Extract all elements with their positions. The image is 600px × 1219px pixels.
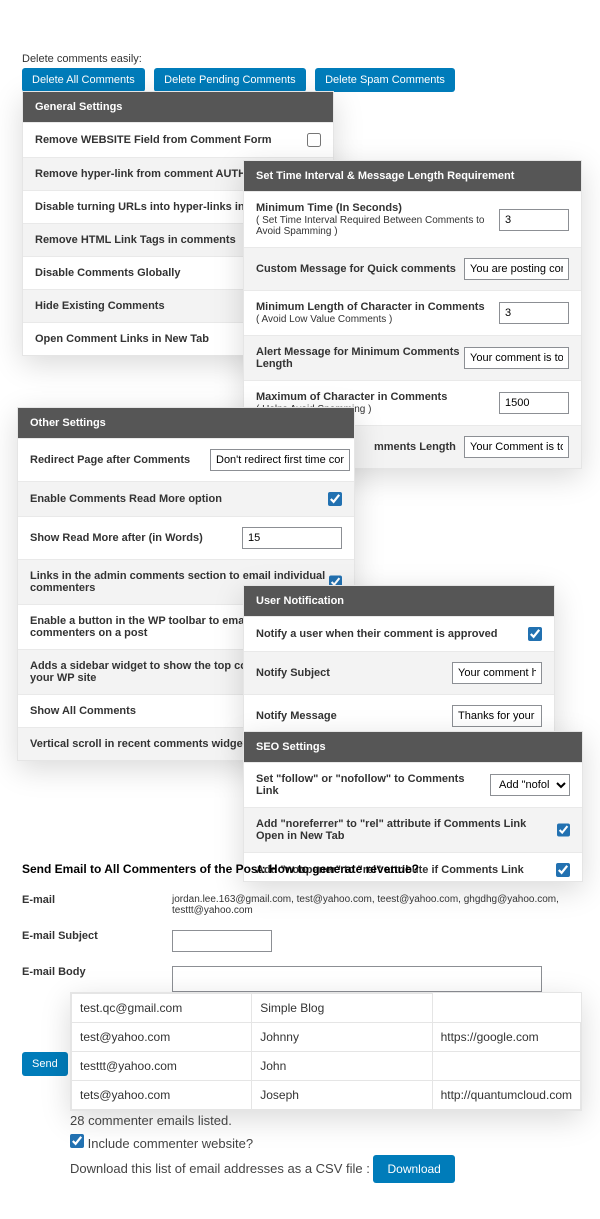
setting-row: Alert Message for Minimum Comments Lengt… [244,335,581,380]
email-cell[interactable]: test.qc@gmail.com [72,994,252,1023]
notification-panel: User Notification Notify a user when the… [243,585,555,738]
delete-all-button[interactable]: Delete All Comments [22,68,145,92]
subject-label: E-mail Subject [22,930,172,952]
time-interval-header: Set Time Interval & Message Length Requi… [244,161,581,191]
commenter-table-container: test.qc@gmail.comSimple Blog test@yahoo.… [70,992,582,1111]
notify-approved-checkbox[interactable] [528,627,542,641]
redirect-input[interactable] [210,449,350,471]
table-row: test.qc@gmail.comSimple Blog [72,994,581,1023]
setting-row: Minimum Length of Character in Comments(… [244,290,581,335]
long-msg-input[interactable] [464,436,569,458]
noreferrer-checkbox[interactable] [557,823,570,837]
setting-row: Remove WEBSITE Field from Comment Form [23,122,333,157]
seo-header: SEO Settings [244,732,582,762]
delete-pending-button[interactable]: Delete Pending Comments [154,68,305,92]
email-list-value: jordan.lee.163@gmail.com, test@yahoo.com… [172,894,582,916]
min-time-input[interactable] [499,209,569,231]
seo-panel: SEO Settings Set "follow" or "nofollow" … [243,731,583,882]
commenter-table: test.qc@gmail.comSimple Blog test@yahoo.… [71,993,581,1110]
body-label: E-mail Body [22,966,172,992]
email-cell[interactable]: testtt@yahoo.com [72,1052,252,1081]
delete-intro: Delete comments easily: [22,53,142,65]
setting-row: Custom Message for Quick comments [244,247,581,290]
footer-section: 28 commenter emails listed. Include comm… [70,1113,455,1183]
setting-label: Minimum Length of Character in Comments(… [256,301,499,325]
min-length-input[interactable] [499,302,569,324]
setting-label: Alert Message for Minimum Comments Lengt… [256,346,464,370]
setting-row: Notify Subject [244,651,554,694]
setting-row: Notify a user when their comment is appr… [244,616,554,651]
setting-label: Notify a user when their comment is appr… [256,628,528,640]
setting-label: Notify Message [256,710,452,722]
setting-label: Redirect Page after Comments [30,454,210,466]
setting-row: Set "follow" or "nofollow" to Comments L… [244,762,582,807]
setting-label: Show Read More after (in Words) [30,532,242,544]
setting-row: Redirect Page after Comments [18,438,354,481]
setting-row: Minimum Time (In Seconds)( Set Time Inte… [244,191,581,247]
general-settings-header: General Settings [23,92,333,122]
url-cell[interactable]: http://quantumcloud.com [432,1081,580,1110]
body-row: E-mail Body [22,966,582,992]
setting-row: Show Read More after (in Words) [18,516,354,559]
setting-label: Enable Comments Read More option [30,493,328,505]
url-cell [432,1052,580,1081]
name-cell: Simple Blog [252,994,432,1023]
email-label: E-mail [22,894,172,916]
email-cell[interactable]: tets@yahoo.com [72,1081,252,1110]
setting-row: Add "noreferrer" to "rel" attribute if C… [244,807,582,852]
readmore-checkbox[interactable] [328,492,342,506]
notification-header: User Notification [244,586,554,616]
send-button[interactable]: Send [22,1052,68,1076]
email-cell[interactable]: test@yahoo.com [72,1023,252,1052]
table-row: tets@yahoo.comJosephhttp://quantumcloud.… [72,1081,581,1110]
setting-label: Remove WEBSITE Field from Comment Form [35,134,307,146]
subject-input[interactable] [172,930,272,952]
alert-msg-input[interactable] [464,347,569,369]
notify-subject-input[interactable] [452,662,542,684]
readmore-words-input[interactable] [242,527,342,549]
email-row: E-mailjordan.lee.163@gmail.com, test@yah… [22,894,582,916]
delete-button-row: Delete All Comments Delete Pending Comme… [22,68,460,92]
setting-row: Enable Comments Read More option [18,481,354,516]
follow-select[interactable]: Add "nofollow" [490,774,570,796]
other-settings-header: Other Settings [18,408,354,438]
name-cell: John [252,1052,432,1081]
delete-spam-button[interactable]: Delete Spam Comments [315,68,455,92]
table-row: testtt@yahoo.comJohn [72,1052,581,1081]
setting-label: Set "follow" or "nofollow" to Comments L… [256,773,490,797]
max-length-input[interactable] [499,392,569,414]
download-button[interactable]: Download [373,1155,454,1183]
download-row: Download this list of email addresses as… [70,1155,455,1183]
download-text: Download this list of email addresses as… [70,1161,370,1176]
count-text: 28 commenter emails listed. [70,1113,455,1128]
setting-label: Notify Subject [256,667,452,679]
body-textarea[interactable] [172,966,542,992]
notify-message-input[interactable] [452,705,542,727]
setting-label: Add "noreferrer" to "rel" attribute if C… [256,818,557,842]
email-heading: Send Email to All Commenters of the Post… [22,862,582,876]
setting-label: Custom Message for Quick comments [256,263,464,275]
website-field-checkbox[interactable] [307,133,321,147]
quick-msg-input[interactable] [464,258,569,280]
include-row: Include commenter website? [70,1134,455,1151]
url-cell[interactable]: https://google.com [432,1023,580,1052]
name-cell: Joseph [252,1081,432,1110]
setting-label: mments Length [374,441,464,453]
setting-label: Minimum Time (In Seconds)( Set Time Inte… [256,202,499,237]
include-website-checkbox[interactable] [70,1134,84,1148]
table-row: test@yahoo.comJohnnyhttps://google.com [72,1023,581,1052]
subject-row: E-mail Subject [22,930,582,952]
name-cell: Johnny [252,1023,432,1052]
include-label: Include commenter website? [88,1136,253,1151]
